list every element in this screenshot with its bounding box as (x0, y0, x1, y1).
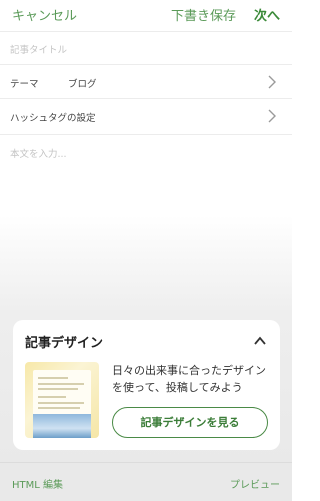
bottom-bar: HTML 編集 プレビュー (0, 462, 292, 501)
card-description: 日々の出来事に合ったデザインを使って、投稿してみよう (112, 364, 266, 394)
theme-value: ブログ (68, 79, 97, 90)
theme-row[interactable]: テーマ ブログ (0, 64, 292, 99)
title-placeholder: 記事タイトル (10, 45, 68, 56)
chevron-up-icon[interactable] (254, 336, 266, 345)
html-edit-button[interactable]: HTML 編集 (12, 476, 63, 491)
cancel-button[interactable]: キャンセル (12, 5, 77, 24)
theme-label: テーマ (10, 79, 39, 90)
card-title: 記事デザイン (25, 336, 104, 351)
top-bar: キャンセル 下書き保存 次へ (0, 0, 292, 30)
chevron-right-icon (268, 109, 276, 123)
hashtag-label: ハッシュタグの設定 (10, 113, 96, 124)
article-design-card: 記事デザイン 日々の出来事に合ったデザインを使って、投稿してみよう 記事デザイン… (13, 320, 280, 450)
chevron-right-icon (268, 75, 276, 89)
save-draft-button[interactable]: 下書き保存 (171, 5, 236, 24)
design-thumbnail (25, 362, 99, 438)
view-designs-button[interactable]: 記事デザインを見る (112, 407, 268, 438)
preview-button[interactable]: プレビュー (230, 476, 280, 491)
hashtag-row[interactable]: ハッシュタグの設定 (0, 98, 292, 135)
next-button[interactable]: 次へ (254, 5, 280, 24)
body-input[interactable]: 本文を入力... (10, 146, 67, 160)
title-field[interactable]: 記事タイトル (0, 31, 292, 65)
